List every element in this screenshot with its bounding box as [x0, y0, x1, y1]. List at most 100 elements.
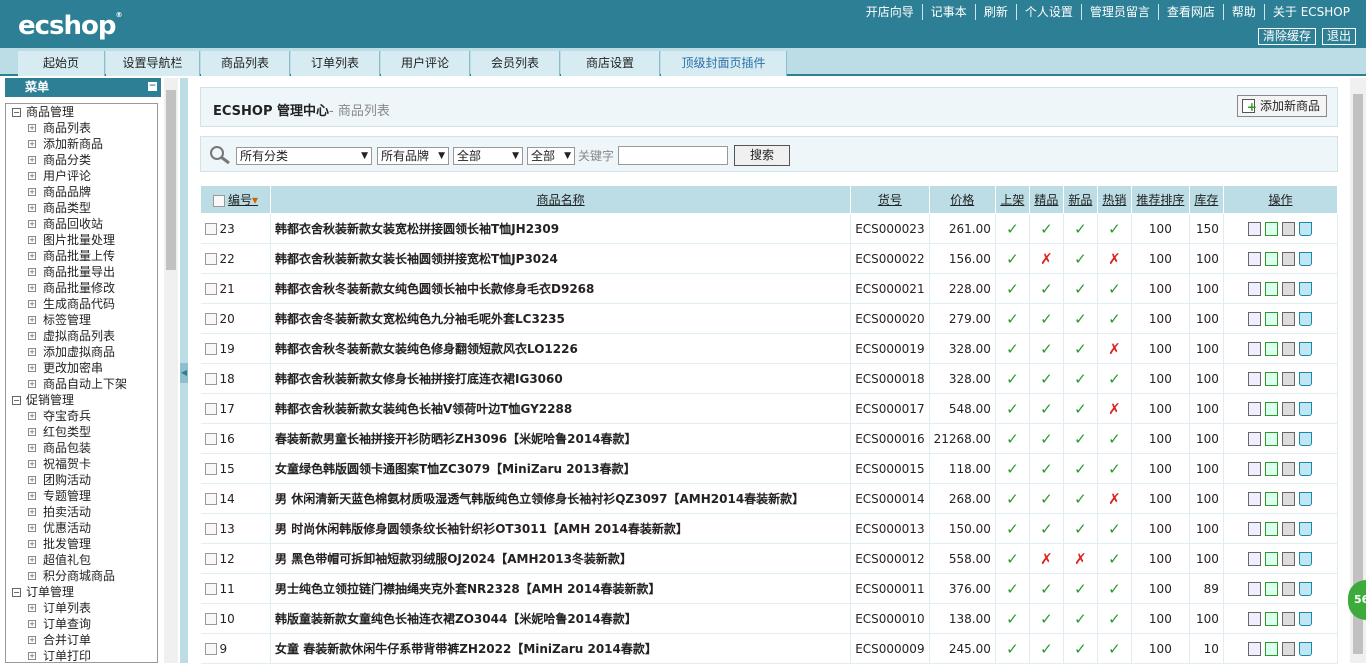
product-price[interactable]: 268.00: [929, 483, 996, 514]
product-sn[interactable]: ECS000018: [850, 363, 930, 394]
row-checkbox[interactable]: [204, 223, 217, 235]
stock[interactable]: 100: [1189, 513, 1224, 544]
sidebar-item[interactable]: + 红包类型: [6, 424, 157, 440]
topnav-link[interactable]: 帮助: [1222, 4, 1264, 20]
check-icon[interactable]: ✓: [1074, 310, 1087, 328]
row-checkbox[interactable]: [204, 613, 217, 625]
type-select[interactable]: 全部 ▼: [453, 147, 523, 165]
copy-icon[interactable]: [1282, 311, 1296, 326]
edit-icon[interactable]: [1265, 371, 1279, 386]
sort-order[interactable]: 100: [1131, 243, 1190, 274]
check-icon[interactable]: ✓: [1074, 610, 1087, 628]
sidebar-item[interactable]: + 图片批量处理: [6, 232, 157, 248]
check-icon[interactable]: ✓: [1006, 280, 1019, 298]
stock[interactable]: 100: [1189, 603, 1224, 634]
sidebar-item[interactable]: + 积分商城商品: [6, 568, 157, 584]
tab-6[interactable]: 商店设置: [561, 51, 660, 76]
view-icon[interactable]: [1248, 641, 1262, 656]
brand-select[interactable]: 所有品牌 ▼: [377, 147, 449, 165]
edit-icon[interactable]: [1265, 521, 1279, 536]
copy-icon[interactable]: [1282, 401, 1296, 416]
view-icon[interactable]: [1248, 611, 1262, 626]
check-icon[interactable]: ✓: [1040, 640, 1053, 658]
check-icon[interactable]: ✓: [1006, 550, 1019, 568]
topnav-link[interactable]: 管理员留言: [1080, 4, 1158, 20]
check-icon[interactable]: ✓: [1040, 280, 1053, 298]
edit-icon[interactable]: [1265, 491, 1279, 506]
product-price[interactable]: 228.00: [929, 273, 996, 304]
product-name[interactable]: 春装新款男童长袖拼接开衫防晒衫ZH3096【米妮哈鲁2014春款】: [270, 423, 852, 454]
product-sn[interactable]: ECS000011: [850, 573, 930, 604]
copy-icon[interactable]: [1282, 521, 1296, 536]
sidebar-item[interactable]: + 订单查询: [6, 616, 157, 632]
check-icon[interactable]: ✓: [1040, 580, 1053, 598]
sidebar-item[interactable]: + 商品类型: [6, 200, 157, 216]
product-price[interactable]: 548.00: [929, 393, 996, 424]
check-icon[interactable]: ✓: [1108, 640, 1121, 658]
sort-order[interactable]: 100: [1131, 273, 1190, 304]
edit-icon[interactable]: [1265, 341, 1279, 356]
category-select[interactable]: 所有分类 ▼: [236, 147, 372, 165]
view-icon[interactable]: [1248, 221, 1262, 236]
sidebar-item[interactable]: + 专题管理: [6, 488, 157, 504]
stock[interactable]: 100: [1189, 303, 1224, 334]
sidebar-item[interactable]: + 团购活动: [6, 472, 157, 488]
copy-icon[interactable]: [1282, 641, 1296, 656]
column-header-8[interactable]: 推荐排序: [1130, 185, 1190, 214]
stock[interactable]: 100: [1189, 243, 1224, 274]
tab-0[interactable]: 起始页: [18, 51, 105, 76]
check-icon[interactable]: ✓: [1006, 340, 1019, 358]
sidebar-item[interactable]: + 合并订单: [6, 632, 157, 648]
tab-1[interactable]: 设置导航栏: [106, 51, 200, 76]
trash-icon[interactable]: [1299, 431, 1313, 446]
topnav-link[interactable]: 记事本: [921, 4, 975, 20]
view-icon[interactable]: [1248, 491, 1262, 506]
view-icon[interactable]: [1248, 521, 1262, 536]
cross-icon[interactable]: ✗: [1040, 250, 1053, 268]
tab-2[interactable]: 商品列表: [201, 51, 290, 76]
check-icon[interactable]: ✓: [1074, 250, 1087, 268]
sidebar-item[interactable]: + 生成商品代码: [6, 296, 157, 312]
stock[interactable]: 89: [1189, 573, 1224, 604]
product-name[interactable]: 韩都衣舍秋装新款女装宽松拼接圆领长袖T恤JH2309: [270, 213, 852, 244]
sort-order[interactable]: 100: [1131, 483, 1190, 514]
product-sn[interactable]: ECS000017: [850, 393, 930, 424]
product-sn[interactable]: ECS000022: [850, 243, 930, 274]
sidebar-item[interactable]: + 添加虚拟商品: [6, 344, 157, 360]
check-icon[interactable]: ✓: [1074, 460, 1087, 478]
panel-splitter[interactable]: ◀: [180, 78, 188, 663]
product-name[interactable]: 男 黑色带帽可拆卸袖短款羽绒服OJ2024【AMH2013冬装新款】: [270, 543, 852, 574]
row-checkbox[interactable]: [204, 253, 217, 265]
row-checkbox[interactable]: [204, 523, 217, 535]
column-header-4[interactable]: 上架: [994, 185, 1030, 214]
check-icon[interactable]: ✓: [1006, 490, 1019, 508]
check-icon[interactable]: ✓: [1040, 370, 1053, 388]
trash-icon[interactable]: [1299, 221, 1313, 236]
column-header-10[interactable]: 操作: [1222, 185, 1339, 214]
row-checkbox[interactable]: [204, 343, 217, 355]
product-name[interactable]: 韩都衣舍秋装新款女装纯色长袖V领荷叶边T恤GY2288: [270, 393, 852, 424]
sidebar-item[interactable]: + 商品批量导出: [6, 264, 157, 280]
add-product-button[interactable]: 添加新商品: [1236, 95, 1327, 117]
tab-3[interactable]: 订单列表: [291, 51, 380, 76]
stock[interactable]: 100: [1189, 453, 1224, 484]
sidebar-group[interactable]: − 订单管理: [6, 584, 157, 600]
collapse-box-icon[interactable]: −: [12, 588, 21, 597]
product-price[interactable]: 261.00: [929, 213, 996, 244]
view-icon[interactable]: [1248, 311, 1262, 326]
product-name[interactable]: 韩都衣舍秋装新款女修身长袖拼接打底连衣裙IG3060: [270, 363, 852, 394]
sidebar-item[interactable]: + 商品品牌: [6, 184, 157, 200]
stock[interactable]: 100: [1189, 333, 1224, 364]
trash-icon[interactable]: [1299, 491, 1313, 506]
copy-icon[interactable]: [1282, 281, 1296, 296]
view-icon[interactable]: [1248, 401, 1262, 416]
sidebar-item[interactable]: + 商品分类: [6, 152, 157, 168]
sidebar-item[interactable]: + 添加新商品: [6, 136, 157, 152]
status-select[interactable]: 全部 ▼: [527, 147, 575, 165]
cross-icon[interactable]: ✗: [1108, 250, 1121, 268]
edit-icon[interactable]: [1265, 581, 1279, 596]
sidebar-item[interactable]: + 订单列表: [6, 600, 157, 616]
copy-icon[interactable]: [1282, 431, 1296, 446]
check-icon[interactable]: ✓: [1074, 520, 1087, 538]
topnav-link[interactable]: 刷新: [974, 4, 1016, 20]
